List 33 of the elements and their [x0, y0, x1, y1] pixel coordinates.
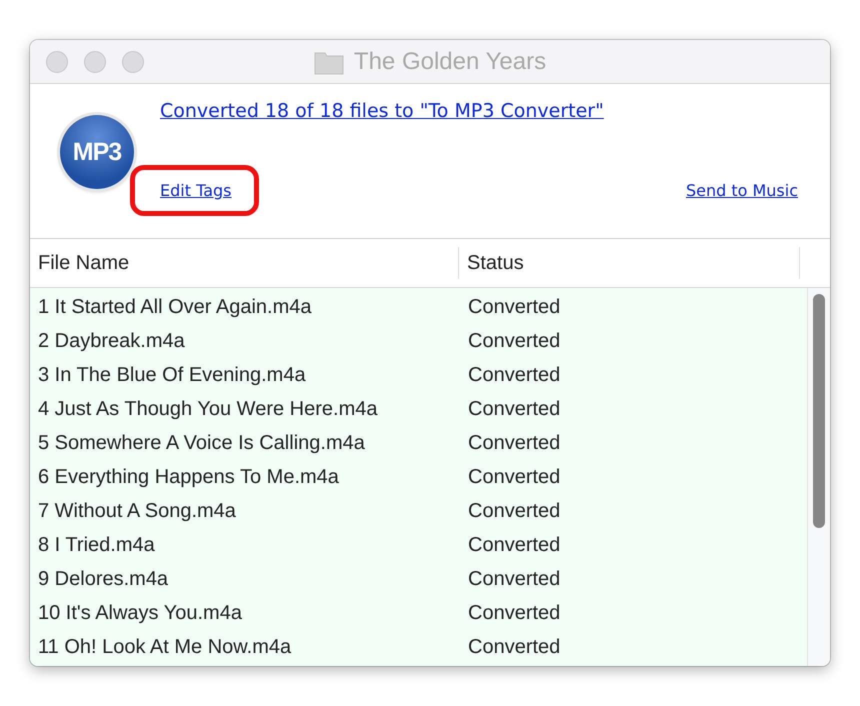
table-cell-text: Converted [467, 602, 562, 624]
table-cell-text: Converted [467, 636, 562, 658]
table-cell-text: Converted [467, 500, 562, 522]
table-cell-text: Converted [467, 568, 562, 590]
send-to-music-link[interactable]: Send to Music [686, 181, 798, 200]
window-control[interactable] [46, 50, 68, 72]
table-cell-text: 6 Everything Happens To Me.m4a [37, 466, 340, 488]
table-cell-text: 10 It's Always You.m4a [37, 602, 243, 624]
edit-tags-link[interactable]: Edit Tags [160, 181, 232, 200]
table-cell-text: Converted [467, 432, 562, 454]
window-title: The Golden Years [354, 48, 546, 76]
table-cell-text: Converted [467, 398, 562, 420]
table-cell-text: 4 Just As Though You Were Here.m4a [37, 398, 378, 420]
table-cell-text: 3 In The Blue Of Evening.m4a [37, 364, 307, 386]
scrollbar-thumb[interactable] [813, 294, 825, 528]
summary-link[interactable]: Converted 18 of 18 files to "To MP3 Converter" [160, 100, 798, 122]
window-control[interactable] [84, 50, 106, 72]
column-header[interactable]: Status [459, 247, 800, 279]
table-cell-text: 8 I Tried.m4a [37, 534, 156, 556]
table-cell-text: 1 It Started All Over Again.m4a [37, 296, 312, 318]
table-cell-text: 9 Delores.m4a [37, 568, 170, 590]
column-header[interactable]: File Name [30, 247, 459, 279]
window-control[interactable] [122, 50, 144, 72]
table-cell-text: 2 Daybreak.m4a [37, 330, 186, 352]
table-cell-text: 5 Somewhere A Voice Is Calling.m4a [37, 432, 366, 454]
table-cell-text: Converted [467, 330, 562, 352]
table-cell-text: Converted [467, 296, 562, 318]
table-cell-text: 11 Oh! Look At Me Now.m4a [37, 636, 292, 658]
table-cell-text: 7 Without A Song.m4a [37, 500, 237, 522]
table-cell-text: Converted [467, 534, 562, 556]
table-cell-text: Converted [467, 466, 562, 488]
mp3-logo: MP3 [60, 115, 134, 189]
table-cell-text: Converted [467, 364, 562, 386]
